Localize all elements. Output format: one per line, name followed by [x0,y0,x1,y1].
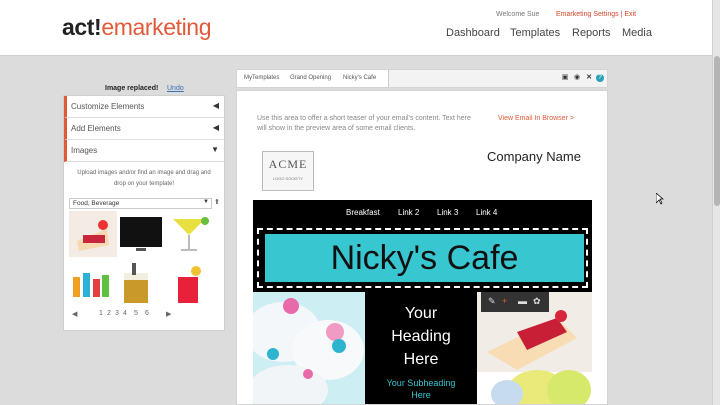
logo-subtitle: LOGO SOCIETY [272,176,304,181]
company-name[interactable]: Company Name [487,149,581,164]
page-link[interactable]: 5 [134,310,138,317]
email-nav-link[interactable]: Link 2 [398,208,419,217]
collapse-arrow-icon: ◀ [212,101,219,110]
breadcrumb-grand-opening[interactable]: Grand Opening [283,70,345,87]
heading-block[interactable]: Your Heading Here Your Subheading Here [365,292,477,404]
elements-panel: Customize Elements ◀ Add Elements ◀ Imag… [63,95,225,331]
logo-emarketing-text: emarketing [101,14,212,40]
save-icon[interactable]: ▣ [561,74,569,82]
page-link[interactable]: 6 [145,310,149,317]
nav-media[interactable]: Media [622,27,652,39]
next-page-button[interactable]: ▶ [166,310,171,318]
mouse-cursor-icon [656,193,664,205]
thumbnail-cocktail[interactable] [165,211,213,257]
thumbnail-cake[interactable] [69,211,117,257]
page-link[interactable]: 1 [99,310,103,317]
edit-icon[interactable]: ✎ [488,296,496,307]
top-bar: act!emarketing Welcome Sue Emarketing Se… [0,0,712,56]
prev-page-button[interactable]: ◀ [72,310,77,318]
add-icon[interactable]: + [502,296,507,306]
accordion-add-elements[interactable]: Add Elements ◀ [64,118,224,140]
scrollbar-thumb[interactable] [714,56,720,206]
cupcake-image[interactable] [253,292,365,405]
logo-name: ACME [268,157,308,171]
selected-block-outline: Nicky's Cafe [257,228,588,288]
accordion-label: Add Elements [71,124,121,133]
logo-act-text: act! [62,14,102,40]
image-toolbar: ✎ + ▬ ✿ [481,292,549,312]
page-link[interactable]: 2 [107,310,111,317]
preview-icon[interactable]: ◉ [573,74,581,82]
thumbnail-drinks[interactable] [69,259,113,307]
breadcrumb-nickys-cafe[interactable]: Nicky's Cafe [336,70,390,87]
accordion-label: Customize Elements [71,102,145,111]
accordion-label: Images [71,146,98,155]
thumbnail-red-drink[interactable] [168,259,208,307]
breadcrumb: MyTemplates Grand Opening Nicky's Cafe ▣… [236,69,608,88]
subheading-text[interactable]: Your Subheading Here [379,377,463,401]
page-link[interactable]: 4 [123,310,127,317]
image-category-select[interactable]: Food, Beverage ▼ [69,198,212,209]
banner-title[interactable]: Nicky's Cafe [265,234,584,282]
page-link[interactable]: 3 [115,310,119,317]
heading-text[interactable]: Your Heading Here [381,292,461,371]
view-in-browser-link[interactable]: View Email In Browser > [498,115,574,122]
collapse-arrow-icon: ◀ [212,123,219,132]
nav-dashboard[interactable]: Dashboard [446,27,500,39]
account-links[interactable]: Emarketing Settings | Exit [556,11,636,18]
vertical-scrollbar[interactable] [712,0,720,405]
settings-icon[interactable]: ✿ [533,296,541,307]
email-canvas: Use this area to offer a short teaser of… [236,90,608,405]
email-nav-bar[interactable]: Breakfast Link 2 Link 3 Link 4 [253,200,592,224]
dropdown-arrow-icon: ▼ [203,199,209,205]
nav-templates[interactable]: Templates [510,27,560,39]
welcome-text: Welcome Sue [496,11,540,18]
banner-block[interactable]: Nicky's Cafe [253,224,592,292]
email-nav-link[interactable]: Link 3 [437,208,458,217]
logo[interactable]: act!emarketing [62,14,211,41]
email-nav-link[interactable]: Link 4 [476,208,497,217]
expand-arrow-icon: ▼ [211,145,219,154]
thumbnail-tv[interactable] [118,211,164,257]
undo-link[interactable]: Undo [167,85,184,92]
accordion-customize-elements[interactable]: Customize Elements ◀ [64,96,224,118]
status-message: Image replaced! [105,85,159,92]
thumbnail-beer[interactable] [116,259,156,307]
help-icon[interactable]: ? [596,74,604,82]
images-help-text: Upload images and/or find an image and d… [77,170,211,187]
email-nav-link[interactable]: Breakfast [346,208,380,217]
category-value: Food, Beverage [73,200,120,207]
minus-icon[interactable]: ▬ [518,296,527,306]
close-icon[interactable]: ✕ [585,74,593,82]
teaser-text[interactable]: Use this area to offer a short teaser of… [257,114,477,134]
nav-reports[interactable]: Reports [572,27,611,39]
accordion-images[interactable]: Images ▼ [64,140,224,162]
upload-icon[interactable]: ⬆ [214,198,220,206]
company-logo[interactable]: ACME LOGO SOCIETY [262,151,314,191]
